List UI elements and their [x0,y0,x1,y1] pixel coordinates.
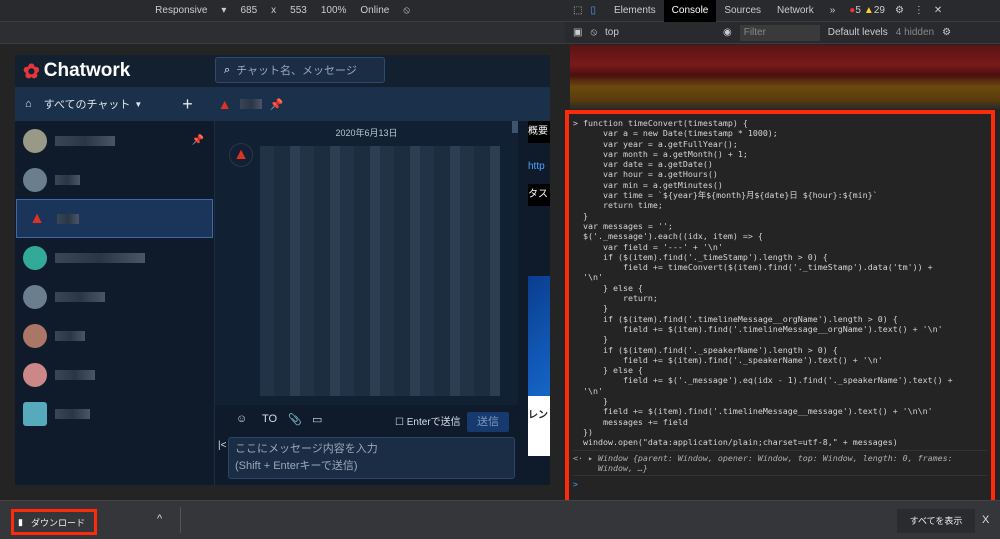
width-input[interactable]: 685 [240,5,257,16]
room-item[interactable]: 📌 [15,121,214,160]
close-download-bar[interactable]: X [982,514,989,526]
console-toolbar: ▣ ⦸ top ◉ Filter Default levels 4 hidden… [565,22,1000,44]
right-panel: 概要 http タス レン [528,121,550,485]
search-input[interactable]: ⌕ チャット名、メッセージ [215,57,385,83]
overview-heading: 概要 [528,121,550,143]
inspect-icon[interactable]: ⬚ [573,5,582,16]
ad-banner[interactable] [528,276,550,396]
room-icon: ▲ [217,96,232,112]
home-icon[interactable]: ⌂ [25,98,32,110]
room-item-selected[interactable]: ▲ [16,199,213,238]
tab-elements[interactable]: Elements [606,0,664,22]
file-icon: ▮ [18,516,23,527]
room-item[interactable] [15,277,214,316]
times-label: x [271,5,277,16]
search-placeholder: チャット名、メッセージ [236,65,357,77]
console-result[interactable]: <· ▸ Window {parent: Window, opener: Win… [573,449,987,477]
add-chat-button[interactable]: + [182,94,193,115]
devtools-tabbar: ⬚ ▯ Elements Console Sources Network » ●… [565,0,1000,22]
attach-icon[interactable]: 📎 [288,413,302,426]
device-toggle-icon[interactable]: ▯ [590,5,596,16]
timeline-scrollbar[interactable] [512,121,518,133]
device-toolbar: Responsive ▾ 685 x 553 100% Online ⦸ [0,0,565,22]
height-input[interactable]: 553 [290,5,307,16]
more-menu-icon[interactable]: ⋮ [543,61,550,81]
send-button[interactable]: 送信 [467,412,509,432]
download-bar: ▮ ダウンロード ^ すべてを表示 X [0,500,1000,539]
chatwork-logo[interactable]: ✿ Chatwork [23,59,130,84]
overview-link[interactable]: http [528,161,550,172]
settings-icon[interactable]: ⚙ [895,5,904,16]
chat-subheader: ⌂ すべてのチャット ▼ + ▲ 📌 [15,87,550,121]
show-all-button[interactable]: すべてを表示 [897,509,975,533]
tab-sources[interactable]: Sources [716,0,769,22]
media-query-bar [0,22,565,44]
console-prompt[interactable]: > [573,479,987,489]
warning-icon[interactable]: ▲ [864,5,874,16]
room-item[interactable] [15,316,214,355]
device-select[interactable]: Responsive [155,5,207,16]
ad-text: レン [528,396,550,456]
zoom-select[interactable]: 100% [321,5,347,16]
filter-input[interactable]: Filter [739,24,820,41]
error-count: 5 [855,5,861,16]
clear-console-icon[interactable]: ⦸ [590,27,597,38]
video-icon[interactable]: ▭ [312,413,322,426]
device-viewport: ✿Chatwork ⌕ チャット名、メッセージ ⋮ ⌂ すべてのチャット▼ + ▲… [15,55,550,485]
more-tabs[interactable]: » [822,0,844,22]
kebab-icon[interactable]: ⋮ [914,5,924,16]
download-item[interactable]: ▮ ダウンロード [11,509,97,535]
console-output-blurred [570,45,1000,109]
download-options-chevron[interactable]: ^ [157,513,162,525]
input-hint: (Shift + Enterキーで送信) [235,460,358,472]
rotate-icon[interactable]: ⦸ [403,5,410,16]
message-input[interactable]: ここにメッセージ内容を入力 (Shift + Enterキーで送信) [228,437,515,479]
to-button[interactable]: TO [262,413,277,425]
logo-icon: ✿ [23,60,40,83]
date-divider: 2020年6月13日 [335,128,398,138]
dropdown-arrow-icon: ▾ [221,5,227,16]
room-item[interactable] [15,355,214,394]
download-filename: ダウンロード [30,517,85,528]
message-composer: ☺ TO 📎 ▭ ☐ Enterで送信 送信 |< ここにメッセージ内容を入力 (… [215,405,518,485]
hidden-count: 4 hidden [895,27,935,38]
enter-send-label: Enterで送信 [406,417,461,428]
context-select[interactable]: top [605,27,715,38]
tab-network[interactable]: Network [769,0,822,22]
message-blurred [260,146,500,396]
room-item[interactable] [15,160,214,199]
search-icon: ⌕ [224,63,231,76]
emoji-icon[interactable]: ☺ [236,413,247,425]
tab-console[interactable]: Console [663,0,717,22]
all-chats-dropdown[interactable]: すべてのチャット [44,96,131,112]
chatwork-header: ✿Chatwork ⌕ チャット名、メッセージ ⋮ [15,55,550,87]
console-settings-icon[interactable]: ⚙ [942,27,951,38]
dropdown-icon: ▼ [134,99,143,109]
room-item[interactable] [15,238,214,277]
warning-count: 29 [873,5,885,16]
sidebar-toggle-icon[interactable]: ▣ [573,27,582,38]
tasks-heading: タス [528,184,550,206]
speaker-avatar: ▲ [229,143,253,167]
close-icon[interactable]: ✕ [934,5,942,16]
network-select[interactable]: Online [360,5,389,16]
brand-name: Chatwork [43,60,131,81]
input-placeholder: ここにメッセージ内容を入力 [235,443,378,455]
eye-icon[interactable]: ◉ [723,27,732,38]
enter-send-checkbox[interactable]: ☐ Enterで送信 [395,413,461,428]
room-list: 📌 ▲ [15,121,215,485]
console-code-input: > function timeConvert(timestamp) { var … [573,118,953,448]
room-item[interactable] [15,394,214,433]
pin-icon[interactable]: 📌 [270,98,284,111]
room-name-blurred [239,99,262,109]
console-panel[interactable]: > function timeConvert(timestamp) { var … [565,110,995,505]
pin-icon: 📌 [191,135,204,146]
divider [180,507,181,533]
collapse-icon[interactable]: |< [218,440,226,451]
levels-select[interactable]: Default levels [828,27,888,38]
